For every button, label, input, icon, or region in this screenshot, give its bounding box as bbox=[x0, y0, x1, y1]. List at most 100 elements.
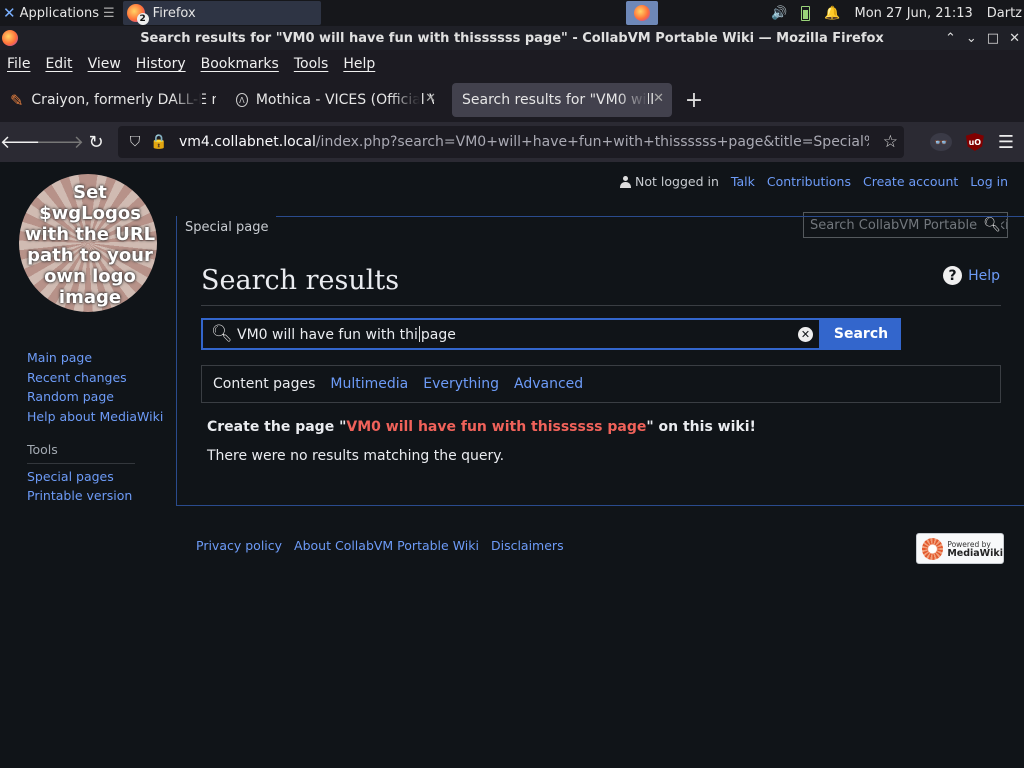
sidebar-item-printable-version[interactable]: Printable version bbox=[27, 486, 163, 506]
wiki-logo[interactable]: Set $wgLogos with the URL path to your o… bbox=[19, 174, 161, 316]
close-tab-icon[interactable]: ✕ bbox=[653, 91, 664, 106]
firefox-icon: 2 bbox=[126, 4, 149, 25]
site-favicon-icon: Λ bbox=[236, 93, 248, 107]
site-info-lock-icon[interactable]: 🔒 bbox=[147, 134, 171, 150]
shade-button[interactable]: ⌃ bbox=[945, 31, 956, 46]
sidebar: Main page Recent changes Random page Hel… bbox=[27, 348, 163, 506]
tab-mothica[interactable]: Λ Mothica - VICES (Official Video) ✕ bbox=[226, 83, 444, 117]
taskbar-firefox-button[interactable]: 2 Firefox bbox=[122, 1, 321, 25]
user-menu[interactable]: Dartz bbox=[987, 6, 1022, 21]
sidebar-item-random-page[interactable]: Random page bbox=[27, 387, 163, 407]
extension-glasses-icon[interactable]: 👓 bbox=[929, 133, 952, 151]
close-tab-icon[interactable]: ✕ bbox=[425, 91, 436, 106]
tab-strip: ✎ Craiyon, formerly DALL-E mini Λ Mothic… bbox=[0, 78, 1024, 122]
notification-bell-icon[interactable]: 🔔 bbox=[824, 6, 840, 21]
log-in-link[interactable]: Log in bbox=[970, 174, 1008, 189]
wiki-page: Set $wgLogos with the URL path to your o… bbox=[0, 162, 1024, 768]
search-profile-tabs: Content pages Multimedia Everything Adva… bbox=[201, 365, 1001, 403]
applications-label: Applications bbox=[19, 5, 99, 21]
menu-history[interactable]: History bbox=[136, 56, 186, 72]
mediawiki-label: MediaWiki bbox=[947, 547, 1003, 559]
pencil-icon: ✎ bbox=[10, 90, 24, 110]
profile-tab-multimedia[interactable]: Multimedia bbox=[330, 376, 408, 392]
bookmark-star-icon[interactable]: ☆ bbox=[883, 132, 898, 152]
create-page-notice: Create the page "VM0 will have fun with … bbox=[207, 419, 756, 435]
battery-icon[interactable] bbox=[801, 5, 811, 21]
window-titlebar: Search results for "VM0 will have fun wi… bbox=[0, 26, 1024, 50]
tab-craiyon[interactable]: ✎ Craiyon, formerly DALL-E mini bbox=[0, 83, 226, 117]
footer-disclaimers[interactable]: Disclaimers bbox=[491, 538, 564, 553]
footer-links: Privacy policy About CollabVM Portable W… bbox=[196, 538, 564, 553]
tracking-protection-shield-icon[interactable]: ⛉ bbox=[123, 134, 147, 150]
clear-search-icon[interactable]: ✕ bbox=[798, 326, 813, 342]
create-page-link[interactable]: VM0 will have fun with thissssss page bbox=[346, 419, 646, 435]
menu-tools[interactable]: Tools bbox=[294, 56, 329, 72]
sidebar-item-help[interactable]: Help about MediaWiki bbox=[27, 407, 163, 427]
reload-button[interactable]: ↻ bbox=[78, 126, 114, 158]
sidebar-item-recent-changes[interactable]: Recent changes bbox=[27, 368, 163, 388]
tools-portlet: Special pages Printable version bbox=[27, 467, 163, 506]
footer-about[interactable]: About CollabVM Portable Wiki bbox=[294, 538, 479, 553]
menu-view[interactable]: View bbox=[88, 56, 121, 72]
clock[interactable]: Mon 27 Jun, 21:13 bbox=[854, 6, 972, 21]
xfce-icon: ✕ bbox=[3, 4, 16, 22]
firefox-icon bbox=[634, 5, 650, 21]
tools-heading: Tools bbox=[27, 440, 135, 464]
text-caret bbox=[418, 325, 420, 342]
url-text[interactable]: vm4.collabnet.local/index.php?search=VM0… bbox=[179, 134, 869, 150]
profile-tab-content-pages[interactable]: Content pages bbox=[213, 376, 315, 392]
taskbar-firefox-label: Firefox bbox=[152, 5, 196, 21]
create-account-link[interactable]: Create account bbox=[863, 174, 958, 189]
menubar: File Edit View History Bookmarks Tools H… bbox=[0, 50, 1024, 78]
powered-by-mediawiki-badge[interactable]: Powered by MediaWiki bbox=[916, 533, 1004, 564]
contributions-link[interactable]: Contributions bbox=[767, 174, 851, 189]
help-icon: ? bbox=[943, 266, 963, 285]
menu-file[interactable]: File bbox=[7, 56, 30, 72]
navigation-portlet: Main page Recent changes Random page Hel… bbox=[27, 348, 163, 426]
search-button[interactable]: Search bbox=[821, 318, 901, 350]
page-title: Search results bbox=[201, 265, 400, 296]
search-query-text-after: page bbox=[420, 326, 456, 343]
not-logged-in-label: Not logged in bbox=[635, 174, 719, 189]
url-host: vm4.collabnet.local bbox=[179, 134, 316, 150]
tab-special-page[interactable]: Special page bbox=[177, 214, 277, 244]
new-tab-button[interactable]: + bbox=[674, 88, 714, 113]
sidebar-item-special-pages[interactable]: Special pages bbox=[27, 467, 163, 487]
app-menu-icon[interactable]: ☰ bbox=[998, 132, 1014, 153]
applications-menu[interactable]: ✕ Applications ☰ bbox=[0, 0, 121, 26]
menu-bookmarks[interactable]: Bookmarks bbox=[201, 56, 279, 72]
window-count-badge: 2 bbox=[136, 13, 149, 25]
help-label: Help bbox=[968, 267, 1000, 284]
footer-privacy-policy[interactable]: Privacy policy bbox=[196, 538, 282, 553]
volume-icon[interactable]: 🔊 bbox=[771, 6, 787, 21]
tab-search-results[interactable]: Search results for "VM0 will have fun wi… bbox=[452, 83, 672, 117]
mediawiki-logo-icon bbox=[922, 537, 944, 560]
taskbar-firefox-launcher[interactable] bbox=[626, 1, 658, 25]
user-icon bbox=[620, 175, 632, 188]
profile-tab-everything[interactable]: Everything bbox=[423, 376, 499, 392]
maximize-button[interactable]: □ bbox=[987, 31, 999, 46]
profile-tab-advanced[interactable]: Advanced bbox=[514, 376, 583, 392]
search-query-text-before: VM0 will have fun with thi bbox=[237, 326, 418, 343]
create-prefix: Create the page " bbox=[207, 419, 347, 435]
search-icon: 🔍︎ bbox=[211, 324, 233, 344]
no-results-message: There were no results matching the query… bbox=[207, 448, 505, 464]
create-suffix: " on this wiki! bbox=[646, 419, 756, 435]
personal-tools: Not logged in Talk Contributions Create … bbox=[620, 174, 1008, 189]
search-query[interactable]: VM0 will have fun with thi page bbox=[233, 325, 798, 343]
search-input[interactable]: 🔍︎ VM0 will have fun with thi page ✕ bbox=[201, 318, 821, 350]
menu-edit[interactable]: Edit bbox=[45, 56, 72, 72]
help-link[interactable]: ? Help bbox=[943, 266, 1000, 285]
minimize-button[interactable]: ⌄ bbox=[966, 31, 977, 46]
ublock-origin-icon[interactable]: uO bbox=[965, 133, 984, 151]
close-window-button[interactable]: ✕ bbox=[1009, 31, 1020, 46]
menu-help[interactable]: Help bbox=[343, 56, 375, 72]
sidebar-item-main-page[interactable]: Main page bbox=[27, 348, 163, 368]
logo-text: Set $wgLogos with the URL path to your o… bbox=[24, 182, 156, 308]
talk-link[interactable]: Talk bbox=[731, 174, 755, 189]
firefox-icon bbox=[2, 30, 18, 46]
forward-button[interactable]: 🡒 bbox=[36, 126, 84, 158]
menu-icon: ☰ bbox=[103, 5, 115, 21]
search-form: 🔍︎ VM0 will have fun with thi page ✕ Sear… bbox=[201, 318, 901, 350]
url-bar[interactable]: ⛉ 🔒 vm4.collabnet.local/index.php?search… bbox=[118, 126, 904, 158]
